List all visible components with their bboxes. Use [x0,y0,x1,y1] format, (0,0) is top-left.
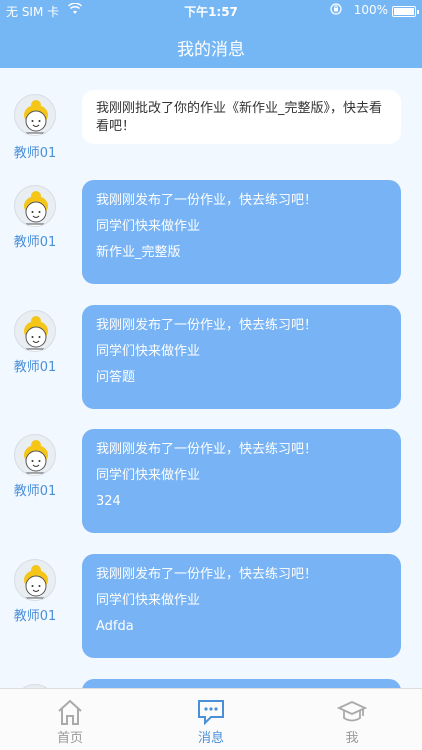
battery-percent: 100% [353,3,388,17]
message-line: 同学们快来做作业 [96,593,201,608]
message-line: 问答题 [96,370,136,385]
orientation-lock-icon [330,3,342,18]
sender-name: 教师01 [13,360,57,375]
tab-home[interactable]: 首页 [0,689,140,750]
message-line: 我刚刚批改了你的作业《新作业_完整版》，快去看看吧！ [96,101,383,134]
message-list[interactable]: 教师01 我刚刚批改了你的作业《新作业_完整版》，快去看看吧！ 教师01 我刚刚… [0,68,422,688]
message-line: 324 [96,494,121,509]
message-bubble[interactable]: 我刚刚发布了一份作业，快去练习吧！ 同学们快来做作业 324 [82,429,401,533]
message-bubble[interactable]: 我刚刚批改了你的作业《新作业_完整版》，快去看看吧！ [82,90,401,144]
message-line: 同学们快来做作业 [96,468,201,483]
tab-bar: 首页 消息 我 [0,688,422,750]
avatar [14,94,56,136]
message-line: 我刚刚发布了一份作业，快去练习吧！ [96,567,318,582]
message-line: 新作业_完整版 [96,245,181,260]
graduation-cap-icon [336,697,368,727]
battery-icon [392,6,419,17]
message-line: 我刚刚发布了一份作业，快去练习吧！ [96,442,318,457]
tab-label: 首页 [56,731,83,746]
message-bubble[interactable]: 我刚刚发布了一份作业，快去练习吧！ 同学们快来做作业 新作业_完整版 [82,180,401,284]
message-icon [196,697,226,727]
message-line: 同学们快来做作业 [96,344,201,359]
tab-label: 消息 [197,731,224,746]
tab-me[interactable]: 我 [282,689,422,750]
avatar [14,185,56,227]
message-bubble[interactable]: 我刚刚发布了一份作业，快去练习吧！ 同学们快来做作业 Adfda [82,554,401,658]
message-bubble[interactable] [82,679,401,688]
tab-messages[interactable]: 消息 [141,689,281,750]
message-line: 我刚刚发布了一份作业，快去练习吧！ [96,318,318,333]
status-bar: 无 SIM 卡 下午1:57 100% [0,0,422,22]
page-title: 我的消息 [177,40,245,60]
message-line: 我刚刚发布了一份作业，快去练习吧！ [96,193,318,208]
message-line: 同学们快来做作业 [96,219,201,234]
tab-label: 我 [345,731,359,746]
home-icon [55,697,85,727]
message-bubble[interactable]: 我刚刚发布了一份作业，快去练习吧！ 同学们快来做作业 问答题 [82,305,401,409]
avatar [14,434,56,476]
message-line: Adfda [96,619,134,634]
nav-bar: 我的消息 [0,22,422,68]
sender-name: 教师01 [13,235,57,250]
sender-name: 教师01 [13,146,57,161]
sender-name: 教师01 [13,484,57,499]
battery-fill [394,8,414,15]
avatar [14,559,56,601]
avatar [14,310,56,352]
sender-name: 教师01 [13,609,57,624]
